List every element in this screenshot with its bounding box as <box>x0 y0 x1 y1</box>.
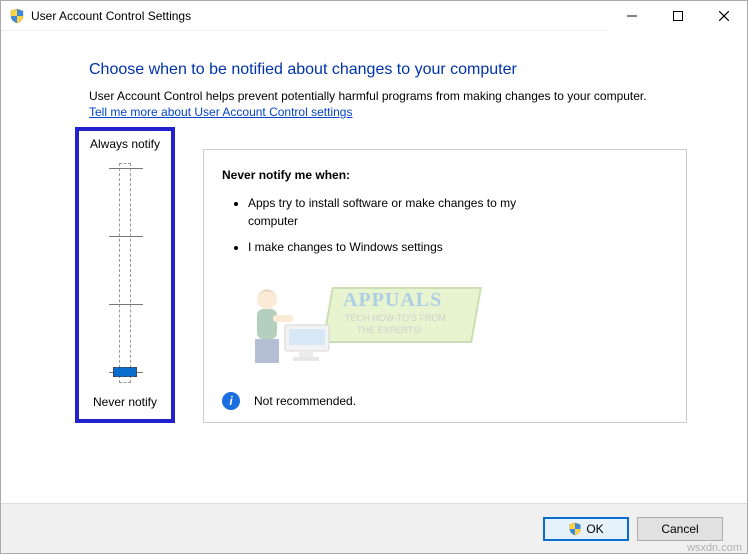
slider-label-bottom: Never notify <box>93 395 157 409</box>
notification-slider-highlight: Always notify Never notify <box>75 127 175 423</box>
panel-bullet: Apps try to install software or make cha… <box>248 194 548 230</box>
panel-title: Never notify me when: <box>222 168 668 182</box>
window-title: User Account Control Settings <box>31 9 191 23</box>
cancel-button[interactable]: Cancel <box>637 517 723 541</box>
uac-window: User Account Control Settings Choose whe… <box>0 0 748 554</box>
notification-slider-thumb[interactable] <box>113 367 137 377</box>
page-heading: Choose when to be notified about changes… <box>89 61 687 79</box>
notification-slider-track[interactable] <box>119 163 131 383</box>
notification-description-panel: Never notify me when: Apps try to instal… <box>203 149 687 423</box>
help-link[interactable]: Tell me more about User Account Control … <box>89 105 352 119</box>
minimize-button[interactable] <box>609 1 655 31</box>
source-watermark: wsxdn.com <box>687 542 742 554</box>
maximize-button[interactable] <box>655 1 701 31</box>
panel-bullet: I make changes to Windows settings <box>248 238 548 256</box>
uac-shield-icon <box>9 8 25 24</box>
ok-button-label: OK <box>586 522 603 536</box>
page-subheading: User Account Control helps prevent poten… <box>89 87 687 105</box>
info-icon: i <box>222 392 240 410</box>
slider-label-top: Always notify <box>90 137 160 151</box>
titlebar: User Account Control Settings <box>1 1 747 31</box>
ok-button[interactable]: OK <box>543 517 629 541</box>
footer: OK Cancel <box>1 503 747 553</box>
content-area: Choose when to be notified about changes… <box>1 31 747 503</box>
cancel-button-label: Cancel <box>661 522 698 536</box>
recommendation-text: Not recommended. <box>254 394 356 408</box>
close-button[interactable] <box>701 1 747 31</box>
panel-bullets: Apps try to install software or make cha… <box>230 194 668 264</box>
